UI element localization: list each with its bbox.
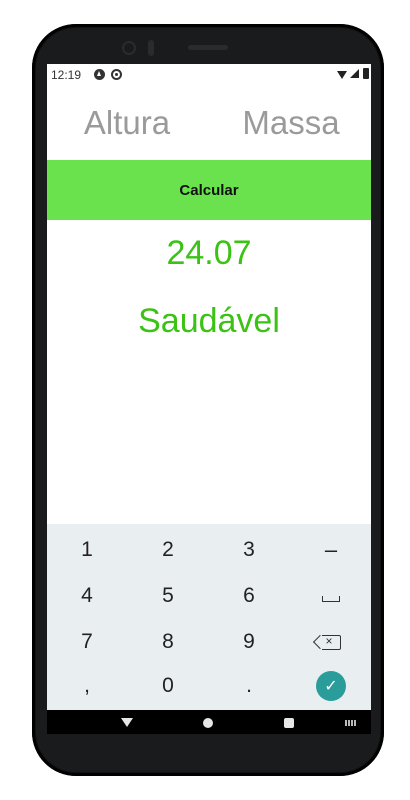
bmi-classification: Saudável bbox=[138, 302, 280, 340]
key-6[interactable]: 6 bbox=[209, 574, 289, 618]
notification-a-icon bbox=[94, 69, 105, 80]
key-2[interactable]: 2 bbox=[128, 528, 208, 572]
front-camera bbox=[122, 41, 136, 55]
status-bar: 12:19 bbox=[47, 64, 371, 86]
key-0[interactable]: 0 bbox=[128, 664, 208, 708]
key-3[interactable]: 3 bbox=[209, 528, 289, 572]
done-button[interactable]: ✓ bbox=[291, 664, 371, 708]
system-navigation-bar bbox=[47, 710, 371, 734]
massa-input[interactable] bbox=[211, 86, 371, 160]
app-screen: 12:19 Calcular 24.07 Saudável 1 2 3 – 4 … bbox=[47, 64, 371, 734]
backspace-glyph: × bbox=[325, 633, 333, 648]
calculate-button[interactable]: Calcular bbox=[47, 160, 371, 220]
back-icon[interactable] bbox=[121, 718, 133, 727]
bmi-value: 24.07 bbox=[166, 234, 252, 272]
home-icon[interactable] bbox=[203, 718, 213, 728]
keyboard-switch-icon[interactable] bbox=[345, 720, 357, 726]
input-row bbox=[47, 86, 371, 160]
check-icon: ✓ bbox=[316, 671, 346, 701]
proximity-sensor bbox=[148, 40, 154, 56]
notification-at-icon bbox=[111, 69, 122, 80]
signal-icon bbox=[350, 69, 359, 78]
key-comma[interactable]: , bbox=[47, 664, 127, 708]
key-7[interactable]: 7 bbox=[47, 620, 127, 664]
numeric-keyboard: 1 2 3 – 4 5 6 7 8 9 × , 0 . ✓ bbox=[47, 524, 371, 710]
wifi-icon bbox=[337, 71, 347, 79]
key-1[interactable]: 1 bbox=[47, 528, 127, 572]
earpiece-speaker bbox=[188, 45, 228, 50]
key-5[interactable]: 5 bbox=[128, 574, 208, 618]
key-8[interactable]: 8 bbox=[128, 620, 208, 664]
backspace-icon[interactable]: × bbox=[291, 620, 371, 664]
key-minus[interactable]: – bbox=[291, 528, 371, 572]
key-4[interactable]: 4 bbox=[47, 574, 127, 618]
key-9[interactable]: 9 bbox=[209, 620, 289, 664]
battery-icon bbox=[363, 68, 369, 79]
key-period[interactable]: . bbox=[209, 664, 289, 708]
altura-input[interactable] bbox=[47, 86, 207, 160]
space-icon[interactable] bbox=[291, 574, 371, 618]
status-time: 12:19 bbox=[51, 68, 82, 82]
recents-icon[interactable] bbox=[284, 718, 294, 728]
